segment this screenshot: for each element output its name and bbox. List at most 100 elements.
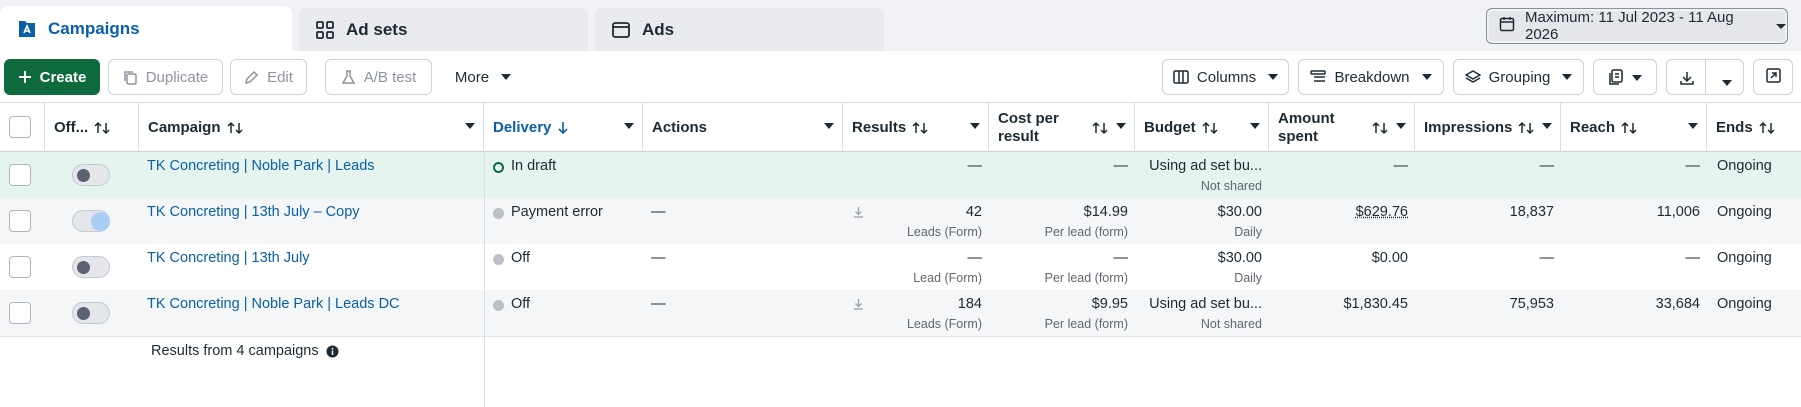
campaign-toggle[interactable] [72,164,110,186]
ad-window-icon [610,19,632,41]
header-results[interactable]: Results [843,103,989,152]
amount-spent-label-2: spent [1278,127,1319,145]
cost-value: $14.99 [1083,204,1128,220]
chevron-down-icon[interactable] [1688,123,1698,130]
tab-ads[interactable]: Ads [594,8,884,51]
chevron-down-icon [501,73,512,81]
header-delivery[interactable]: Delivery [484,103,643,152]
tab-campaigns[interactable]: Campaigns [0,6,292,51]
chevron-down-icon[interactable] [1542,123,1552,130]
sort-icon[interactable] [1621,121,1637,135]
header-select-all[interactable] [0,103,45,152]
table-row[interactable]: TK Concreting | 13th July Off — — Lead (F… [0,244,1801,290]
budget-value: Using ad set bu... [1149,158,1262,174]
chevron-down-icon[interactable] [624,123,634,130]
columns-button[interactable]: Columns [1162,59,1289,95]
ends-value: Ongoing [1717,158,1772,174]
reach-value: 33,684 [1655,296,1700,312]
table-row[interactable]: TK Concreting | 13th July – Copy Payment… [0,198,1801,244]
ends-value: Ongoing [1717,296,1772,312]
duplicate-button[interactable]: Duplicate [108,59,223,95]
tab-label: Ads [642,19,675,39]
chevron-down-icon[interactable] [1116,123,1126,130]
row-checkbox[interactable] [9,210,31,232]
layers-icon [1464,69,1481,85]
info-icon[interactable] [326,345,339,358]
select-all-checkbox[interactable] [9,116,31,138]
row-checkbox[interactable] [9,164,31,186]
toggle-knob [77,307,90,320]
ab-test-label: A/B test [363,68,417,86]
sort-icon[interactable] [94,121,110,135]
sort-icon[interactable] [1518,121,1534,135]
row-checkbox[interactable] [9,302,31,324]
budget-value: Using ad set bu... [1149,296,1262,312]
header-off-on[interactable]: Off... [45,103,139,152]
edit-button[interactable]: Edit [230,59,307,95]
sort-icon[interactable] [1092,121,1108,135]
cost-value: — [1113,250,1129,266]
header-campaign[interactable]: Campaign [139,103,484,152]
more-button[interactable]: More [442,59,524,95]
header-reach[interactable]: Reach [1561,103,1707,152]
campaign-name-link[interactable]: TK Concreting | 13th July [147,250,310,266]
column-divider [484,152,485,407]
campaign-toggle[interactable] [72,210,110,232]
results-summary: Results from 4 campaigns [151,343,339,359]
header-cost-per-result[interactable]: Cost per result [989,103,1135,152]
create-button[interactable]: Create [4,59,100,95]
cost-type: Per lead (form) [1044,317,1128,331]
impressions-value: — [1539,250,1555,266]
header-actions[interactable]: Actions [643,103,843,152]
table-row[interactable]: TK Concreting | Noble Park | Leads DC Of… [0,290,1801,336]
campaign-toggle[interactable] [72,256,110,278]
chevron-down-icon[interactable] [824,123,834,130]
date-range-picker[interactable]: Maximum: 11 Jul 2023 - 11 Aug 2026 [1486,8,1788,44]
impressions-value: — [1539,158,1555,174]
header-budget[interactable]: Budget [1135,103,1269,152]
results-value: 184 [957,296,982,312]
campaign-name-link[interactable]: TK Concreting | Noble Park | Leads [147,158,375,174]
sort-icon[interactable] [1202,121,1218,135]
chevron-down-icon [1722,74,1732,91]
breakdown-button[interactable]: Breakdown [1298,59,1444,95]
budget-type: Daily [1234,225,1262,239]
sort-icon[interactable] [1372,121,1388,135]
campaign-name-link[interactable]: TK Concreting | Noble Park | Leads DC [147,296,400,312]
chevron-down-icon [1775,18,1787,35]
campaign-name-link[interactable]: TK Concreting | 13th July – Copy [147,204,360,220]
table-row[interactable]: TK Concreting | Noble Park | Leads In dr… [0,152,1801,198]
download-icon[interactable] [853,206,864,222]
expand-button[interactable] [1753,59,1793,95]
sort-icon[interactable] [912,121,928,135]
amount-spent-value[interactable]: $629.76 [1356,204,1408,220]
impressions-value: 18,837 [1509,204,1554,220]
delivery-status: Off [511,250,531,266]
amount-spent-value: $0.00 [1371,250,1408,266]
chevron-down-icon[interactable] [1396,123,1406,130]
download-icon[interactable] [853,298,864,314]
row-checkbox[interactable] [9,256,31,278]
campaign-toggle[interactable] [72,302,110,324]
header-impressions[interactable]: Impressions [1415,103,1561,152]
results-value: — [967,158,983,174]
flask-icon [341,69,356,85]
budget-type: Not shared [1200,317,1262,331]
tab-strip: Campaigns Ad sets Ads Maximum: 11 Jul 20… [0,0,1801,51]
ab-test-button[interactable]: A/B test [325,59,432,95]
export-button[interactable] [1666,59,1744,95]
more-label: More [454,68,490,86]
grouping-button[interactable]: Grouping [1453,59,1584,95]
tab-ad-sets[interactable]: Ad sets [298,8,588,51]
sort-icon[interactable] [1759,121,1775,135]
chevron-down-icon[interactable] [1250,123,1260,130]
sort-icon[interactable] [226,121,243,135]
cost-per-result-label-2: result [998,127,1039,145]
chevron-down-icon[interactable] [970,123,980,130]
delivery-status: Off [511,296,531,312]
header-ends[interactable]: Ends [1707,103,1801,152]
sort-down-icon[interactable] [557,121,569,135]
header-amount-spent[interactable]: Amount spent [1269,103,1415,152]
reports-button[interactable] [1593,59,1657,95]
chevron-down-icon[interactable] [465,123,475,130]
